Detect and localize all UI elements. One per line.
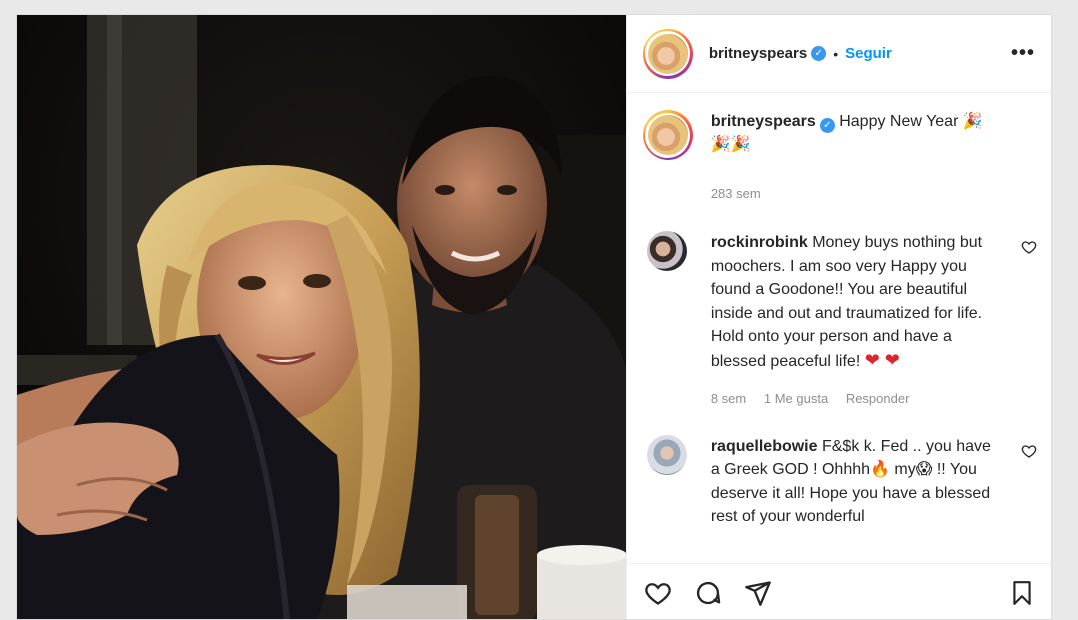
post-window: britneyspears ✓ • Seguir ••• britneyspea… [16, 14, 1052, 620]
save-button[interactable] [1007, 578, 1037, 608]
comment-button[interactable] [693, 578, 723, 608]
share-icon [744, 580, 771, 606]
scroll-fade [626, 530, 1051, 560]
reply-button[interactable]: Responder [846, 391, 910, 406]
comment-text: Money buys nothing but moochers. I am so… [710, 234, 983, 370]
more-options-icon[interactable]: ••• [1011, 42, 1035, 65]
comment-icon [696, 581, 721, 604]
comment-likes[interactable]: 1 Me gusta [764, 391, 828, 406]
like-comment-heart-icon[interactable] [1021, 239, 1037, 255]
post-photo[interactable] [17, 15, 626, 619]
bookmark-icon [1013, 580, 1031, 605]
follow-button[interactable]: Seguir [845, 45, 892, 62]
post-side-panel: britneyspears ✓ • Seguir ••• britneyspea… [625, 15, 1051, 619]
like-comment-heart-icon[interactable] [1021, 443, 1037, 459]
action-bar [626, 563, 1051, 619]
share-button[interactable] [743, 578, 773, 608]
separator-dot: • [833, 45, 839, 62]
caption-avatar[interactable] [642, 110, 693, 160]
comment-meta: 8 sem 1 Me gusta Responder [711, 387, 1001, 411]
comment-item: raquellebowie F&$k k. Fed .. you have a … [627, 434, 1051, 529]
commenter-avatar[interactable] [646, 434, 687, 475]
caption-time[interactable]: 283 sem [711, 182, 1031, 205]
like-button[interactable] [643, 578, 673, 608]
author-avatar[interactable] [642, 28, 693, 79]
commenter-avatar[interactable] [646, 231, 687, 271]
red-heart-emoji: ❤ ❤ [864, 349, 900, 370]
caption-username[interactable]: britneyspears [711, 113, 816, 130]
author-username[interactable]: britneyspears [709, 45, 807, 62]
post-caption: britneyspears ✓ Happy New Year 🎉 🎉🎉 283 s… [627, 94, 1051, 205]
comment-item: rockinrobink Money buys nothing but mooc… [627, 231, 1051, 411]
verified-badge-icon: ✓ [811, 46, 827, 61]
post-header: britneyspears ✓ • Seguir ••• [626, 15, 1051, 93]
photo-illustration [17, 15, 626, 619]
comment-time[interactable]: 8 sem [711, 391, 746, 406]
verified-badge-icon: ✓ [819, 118, 835, 133]
comment-username[interactable]: raquellebowie [711, 438, 818, 455]
heart-icon [645, 582, 671, 605]
comments-list[interactable]: britneyspears ✓ Happy New Year 🎉 🎉🎉 283 s… [626, 94, 1051, 560]
comment-username[interactable]: rockinrobink [711, 234, 808, 251]
